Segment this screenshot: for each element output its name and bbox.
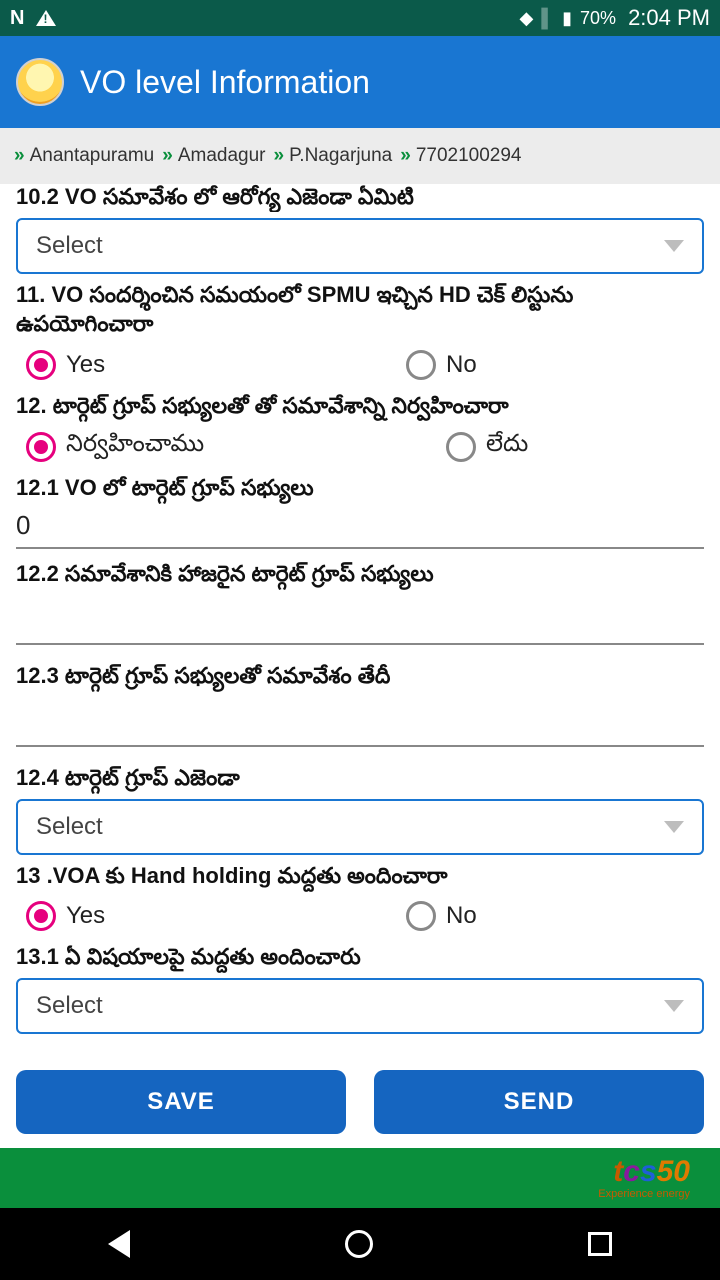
action-bar: SAVE SEND — [0, 1058, 720, 1148]
radio-label: Yes — [66, 902, 105, 930]
question-12-label: 12. టార్గెట్ గ్రూప్ సభ్యులతో తో సమావేశాన… — [16, 391, 704, 421]
n-icon: N — [10, 7, 24, 30]
brand-tagline: Experience energy — [598, 1189, 690, 1200]
question-12-2-label: 12.2 సమావేశానికి హాజరైన టార్గెట్ గ్రూప్ … — [16, 559, 704, 589]
radio-icon — [26, 901, 56, 931]
brand-bar: tcs50 Experience energy — [0, 1148, 720, 1208]
radio-label: No — [446, 351, 477, 379]
radio-label: లేదు — [486, 430, 528, 463]
radio-13-no[interactable]: No — [406, 901, 477, 931]
radio-13-yes[interactable]: Yes — [26, 901, 105, 931]
select-10-2[interactable]: Select — [16, 218, 704, 274]
select-value: Select — [36, 813, 103, 841]
radio-11-no[interactable]: No — [406, 350, 477, 380]
android-nav-bar — [0, 1208, 720, 1280]
radio-icon — [446, 432, 476, 462]
question-13-1-label: 13.1 ఏ విషయాలపై మద్దతు అందించారు — [16, 942, 704, 972]
select-value: Select — [36, 992, 103, 1020]
input-12-2[interactable] — [16, 595, 704, 645]
back-icon[interactable] — [108, 1230, 130, 1258]
chevron-icon: » — [400, 145, 408, 167]
radio-label: Yes — [66, 351, 105, 379]
question-12-4-label: 12.4 టార్గెట్ గ్రూప్ ఎజెండా — [16, 763, 704, 793]
input-12-3-date[interactable] — [16, 697, 704, 747]
breadcrumb-item[interactable]: Amadagur — [178, 145, 266, 167]
radio-12-no[interactable]: లేదు — [446, 430, 528, 463]
value-12-1: 0 — [16, 510, 704, 541]
select-12-4[interactable]: Select — [16, 799, 704, 855]
radio-12-conducted[interactable]: నిర్వహించాము — [26, 430, 204, 463]
send-button[interactable]: SEND — [374, 1070, 704, 1134]
battery-icon: ▮ — [562, 8, 572, 29]
app-logo-icon — [16, 58, 64, 106]
radio-icon — [26, 350, 56, 380]
warning-icon — [36, 10, 56, 26]
question-11-label: 11. VO సందర్శించిన సమయంలో SPMU ఇచ్చిన HD… — [16, 280, 704, 339]
radio-icon — [406, 350, 436, 380]
radio-label: No — [446, 902, 477, 930]
question-12-3-label: 12.3 టార్గెట్ గ్రూప్ సభ్యులతో సమావేశం తే… — [16, 661, 704, 691]
chevron-down-icon — [664, 240, 684, 252]
radio-icon — [406, 901, 436, 931]
question-12-1-label: 12.1 VO లో టార్గెట్ గ్రూప్ సభ్యులు — [16, 473, 704, 503]
breadcrumb-item[interactable]: 7702100294 — [416, 145, 522, 167]
status-bar: N ◆ ▌ ▮ 70% 2:04 PM — [0, 0, 720, 36]
breadcrumb-item[interactable]: P.Nagarjuna — [289, 145, 392, 167]
radio-11-yes[interactable]: Yes — [26, 350, 105, 380]
chevron-icon: » — [14, 145, 22, 167]
tcs-logo: tcs50 Experience energy — [598, 1157, 690, 1200]
chevron-down-icon — [664, 1000, 684, 1012]
radio-label: నిర్వహించాము — [66, 430, 204, 463]
chevron-icon: » — [162, 145, 170, 167]
select-value: Select — [36, 232, 103, 260]
signal-icon: ▌ — [541, 8, 554, 29]
home-icon[interactable] — [345, 1230, 373, 1258]
recent-apps-icon[interactable] — [588, 1232, 612, 1256]
radio-icon — [26, 432, 56, 462]
save-button[interactable]: SAVE — [16, 1070, 346, 1134]
wifi-icon: ◆ — [520, 8, 534, 29]
breadcrumb-item[interactable]: Anantapuramu — [30, 145, 155, 167]
breadcrumb: » Anantapuramu » Amadagur » P.Nagarjuna … — [0, 128, 720, 184]
form-area: 10.2 VO సమావేశం లో ఆరోగ్య ఎజెండా ఏమిటి S… — [0, 184, 720, 1058]
select-13-1[interactable]: Select — [16, 978, 704, 1034]
question-10-2-label: 10.2 VO సమావేశం లో ఆరోగ్య ఎజెండా ఏమిటి — [16, 184, 704, 212]
chevron-icon: » — [273, 145, 281, 167]
app-bar: VO level Information — [0, 36, 720, 128]
page-title: VO level Information — [80, 64, 370, 101]
battery-text: 70% — [580, 8, 616, 29]
divider — [16, 547, 704, 549]
chevron-down-icon — [664, 821, 684, 833]
clock-text: 2:04 PM — [628, 5, 710, 31]
question-13-label: 13 .VOA కు Hand holding మద్దతు అందించారా — [16, 861, 704, 891]
